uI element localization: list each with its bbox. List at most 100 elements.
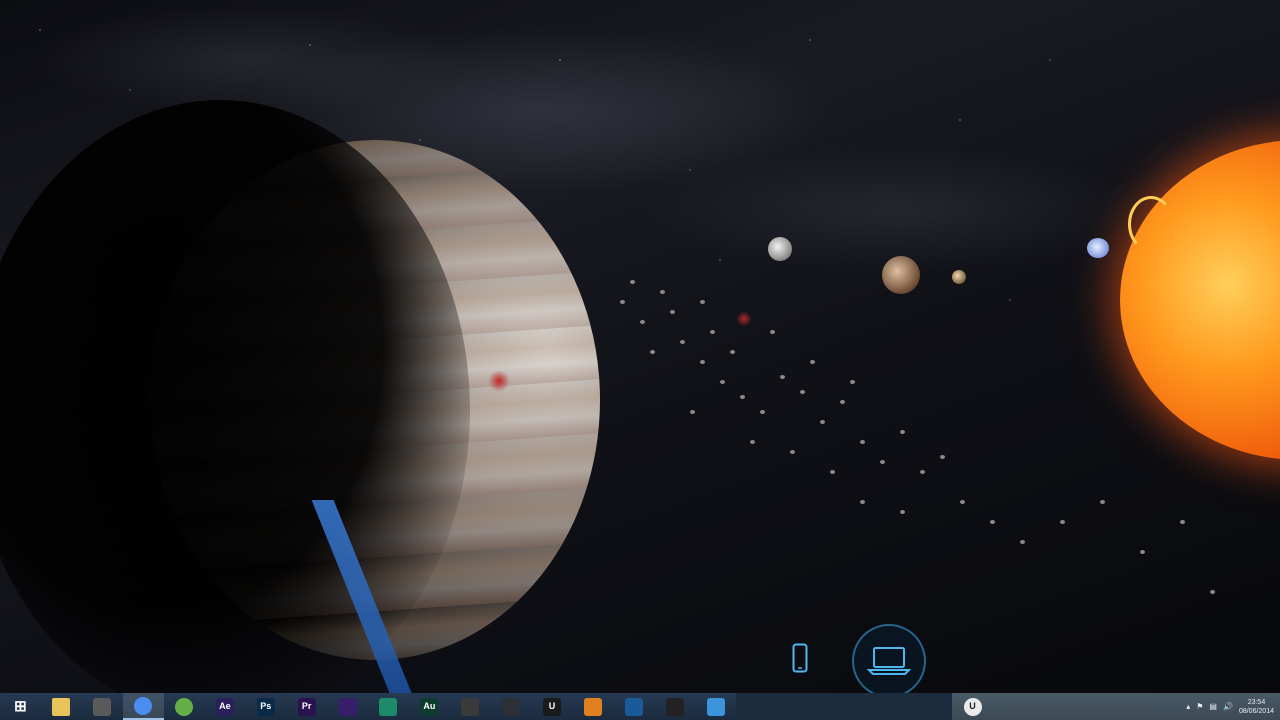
asteroid <box>1020 540 1025 544</box>
asteroid <box>860 440 865 444</box>
clock[interactable]: 23:54 08/06/2014 <box>1239 698 1274 716</box>
taskbar-unreal-editor-button[interactable]: U <box>952 693 993 720</box>
asteroid <box>790 450 795 454</box>
system-tray: ▴ ⚑ ▤ 🔊 23:54 08/06/2014 <box>1186 698 1280 716</box>
asteroid <box>800 390 805 394</box>
steam-icon <box>502 697 521 716</box>
asteroid <box>700 300 705 304</box>
asteroid <box>660 290 665 294</box>
taskbar: ⊞ Ae Ps Pr Au U U ▴ ⚑ ▤ 🔊 23:54 08/06/2014 <box>0 693 1280 720</box>
solar-flare <box>1128 196 1174 252</box>
taskbar-unreal-button[interactable]: U <box>532 693 573 720</box>
laptop-view-button[interactable] <box>852 624 926 698</box>
asteroid <box>1180 520 1185 524</box>
asteroid <box>920 470 925 474</box>
taskbar-media-player-button[interactable] <box>572 693 613 720</box>
taskbar-app16-button[interactable] <box>613 693 654 720</box>
unreal-icon: U <box>963 697 982 716</box>
network-icon[interactable]: ▤ <box>1209 702 1217 711</box>
asteroid <box>720 380 725 384</box>
taskbar-app12-button[interactable] <box>450 693 491 720</box>
planet-brown[interactable] <box>882 256 920 294</box>
planet-small[interactable] <box>952 270 966 284</box>
asteroid <box>670 310 675 314</box>
asteroid <box>1100 500 1105 504</box>
asteroid <box>900 510 905 514</box>
asteroid <box>810 360 815 364</box>
taskbar-premiere-button[interactable]: Pr <box>286 693 327 720</box>
asteroid <box>640 320 645 324</box>
space-scene <box>0 0 1280 720</box>
volume-icon[interactable]: 🔊 <box>1223 702 1233 711</box>
taskbar-app17-button[interactable] <box>654 693 695 720</box>
asteroid <box>900 430 905 434</box>
clock-date: 08/06/2014 <box>1238 707 1274 715</box>
asteroid <box>820 420 825 424</box>
utorrent-icon <box>175 697 193 716</box>
taskbar-spacer <box>736 693 952 720</box>
asteroid <box>750 440 755 444</box>
red-marker <box>488 370 510 392</box>
taskbar-photoshop-button[interactable]: Ps <box>245 693 286 720</box>
planet-red[interactable] <box>737 312 751 326</box>
asteroid <box>1060 520 1065 524</box>
flag-icon[interactable]: ⚑ <box>1196 702 1203 711</box>
taskbar-app3-button[interactable] <box>82 693 123 720</box>
asteroid <box>860 500 865 504</box>
asteroid <box>710 330 715 334</box>
asteroid <box>730 350 735 354</box>
taskbar-pinned-apps: ⊞ Ae Ps Pr Au U <box>0 693 736 720</box>
asteroid <box>690 410 695 414</box>
asteroid <box>940 455 945 459</box>
unreal-icon: U <box>543 697 562 716</box>
asteroid <box>960 500 965 504</box>
asteroid <box>990 520 995 524</box>
asteroid <box>650 350 655 354</box>
asteroid <box>880 460 885 464</box>
asteroid <box>700 360 705 364</box>
folder-icon <box>52 697 71 716</box>
asteroid <box>680 340 685 344</box>
app-icon <box>624 697 643 716</box>
taskbar-app9-button[interactable] <box>327 693 368 720</box>
taskbar-app10-button[interactable] <box>368 693 409 720</box>
planet-white[interactable] <box>768 237 792 261</box>
twitter-icon <box>706 697 725 716</box>
app-icon <box>665 697 684 716</box>
app-icon <box>379 697 398 716</box>
planet-blue[interactable] <box>1087 238 1109 258</box>
premiere-icon: Pr <box>297 697 316 716</box>
taskbar-utorrent-button[interactable] <box>164 693 205 720</box>
taskbar-explorer-button[interactable] <box>41 693 82 720</box>
asteroid <box>770 330 775 334</box>
laptop-icon <box>867 647 911 675</box>
asteroid <box>840 400 845 404</box>
app-icon <box>338 697 357 716</box>
clock-time: 23:54 <box>1247 698 1266 706</box>
asteroid <box>740 395 745 399</box>
phone-icon <box>792 643 808 673</box>
taskbar-chrome-button[interactable] <box>122 693 164 720</box>
show-hidden-icons-icon[interactable]: ▴ <box>1186 702 1190 711</box>
taskbar-start-button[interactable]: ⊞ <box>0 693 41 720</box>
asteroid <box>830 470 835 474</box>
photoshop-icon: Ps <box>256 697 275 716</box>
after-effects-icon: Ae <box>215 697 234 716</box>
asteroid <box>1140 550 1145 554</box>
asteroid <box>780 375 785 379</box>
chrome-icon <box>134 696 153 715</box>
app-icon <box>93 697 112 716</box>
taskbar-steam-button[interactable] <box>491 693 532 720</box>
asteroid <box>620 300 625 304</box>
media-player-icon <box>583 697 602 716</box>
asteroid <box>760 410 765 414</box>
phone-view-button[interactable] <box>786 638 814 678</box>
audition-icon: Au <box>420 697 439 716</box>
taskbar-twitter-button[interactable] <box>695 693 736 720</box>
taskbar-after-effects-button[interactable]: Ae <box>204 693 245 720</box>
taskbar-right: U ▴ ⚑ ▤ 🔊 23:54 08/06/2014 <box>952 693 1280 720</box>
taskbar-audition-button[interactable]: Au <box>409 693 450 720</box>
asteroid <box>630 280 635 284</box>
windows-start-icon: ⊞ <box>14 698 27 715</box>
asteroid <box>1210 590 1215 594</box>
